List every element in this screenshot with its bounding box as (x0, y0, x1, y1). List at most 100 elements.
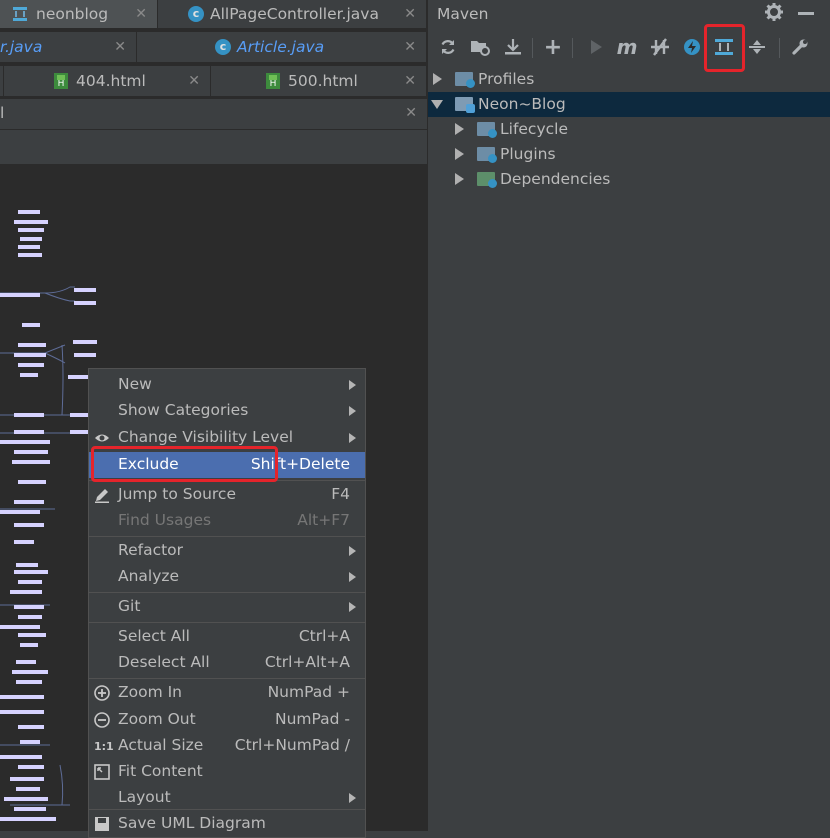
diagram-node[interactable] (14, 220, 48, 224)
diagram-node[interactable] (73, 340, 97, 344)
refresh-icon[interactable] (435, 34, 461, 60)
diagram-node[interactable] (0, 510, 40, 514)
menu-item-show-categories[interactable]: Show Categories (89, 398, 365, 424)
menu-item-deselect-all[interactable]: Deselect All Ctrl+Alt+A (89, 650, 365, 676)
download-icon[interactable] (500, 34, 526, 60)
diagram-node[interactable] (18, 725, 44, 729)
add-folder-icon[interactable] (467, 34, 493, 60)
menu-item-fit-content[interactable]: Fit Content (89, 759, 365, 785)
diagram-node[interactable] (74, 353, 96, 357)
collapse-all-icon[interactable] (744, 34, 770, 60)
menu-item-actual-size[interactable]: 1:1 Actual Size Ctrl+NumPad / (89, 733, 365, 759)
close-icon[interactable]: ✕ (404, 6, 416, 22)
diagram-node[interactable] (12, 670, 48, 674)
diagram-node[interactable] (18, 580, 42, 584)
expand-arrow-icon[interactable] (455, 173, 464, 185)
diagram-node[interactable] (70, 430, 90, 434)
diagram-node[interactable] (20, 237, 42, 241)
menu-item-zoom-out[interactable]: Zoom Out NumPad - (89, 707, 365, 733)
diagram-node[interactable] (14, 570, 48, 574)
diagram-node[interactable] (14, 540, 34, 544)
diagram-node[interactable] (0, 440, 50, 444)
gear-icon[interactable] (765, 3, 783, 21)
tab-r-java[interactable]: r.java ✕ (0, 32, 137, 62)
collapse-arrow-icon[interactable] (431, 100, 443, 109)
diagram-node[interactable] (14, 605, 44, 609)
diagram-node[interactable] (16, 787, 40, 791)
tab-500-html[interactable]: H 500.html ✕ (211, 66, 427, 96)
menu-item-layout[interactable]: Layout (89, 785, 365, 811)
menu-item-select-all[interactable]: Select All Ctrl+A (89, 624, 365, 650)
menu-item-refactor[interactable]: Refactor (89, 538, 365, 564)
diagram-node[interactable] (0, 817, 56, 821)
diagram-node[interactable] (18, 633, 46, 637)
diagram-node[interactable] (14, 500, 44, 504)
tab-article-java[interactable]: c Article.java ✕ (137, 32, 427, 62)
tree-node-neon-blog[interactable]: Neon~Blog (428, 92, 830, 117)
diagram-node[interactable] (14, 413, 44, 417)
diagram-node[interactable] (18, 363, 44, 367)
diagram-node[interactable] (14, 353, 46, 357)
menu-item-find-usages[interactable]: Find Usages Alt+F7 (89, 508, 365, 534)
expand-arrow-icon[interactable] (433, 73, 442, 85)
diagram-node[interactable] (10, 777, 44, 781)
diagram-node[interactable] (16, 563, 38, 567)
menu-item-new[interactable]: New (89, 372, 365, 398)
diagram-node[interactable] (74, 288, 96, 292)
diagram-node[interactable] (22, 323, 40, 327)
expand-arrow-icon[interactable] (455, 148, 464, 160)
diagram-node[interactable] (18, 343, 46, 347)
tree-node-plugins[interactable]: Plugins (428, 142, 830, 167)
tree-node-profiles[interactable]: Profiles (428, 67, 830, 92)
settings-wrench-icon[interactable] (787, 34, 813, 60)
skip-tests-icon[interactable] (647, 34, 673, 60)
diagram-node[interactable] (4, 797, 48, 801)
close-icon[interactable]: ✕ (404, 73, 416, 89)
menu-item-analyze[interactable]: Analyze (89, 564, 365, 590)
diagram-node[interactable] (18, 765, 44, 769)
tab-404-html[interactable]: H 404.html ✕ (4, 66, 211, 96)
diagram-node[interactable] (20, 643, 38, 647)
offline-icon[interactable] (679, 34, 705, 60)
diagram-node[interactable] (0, 293, 40, 297)
diagram-node[interactable] (0, 710, 44, 714)
plus-icon[interactable]: + (540, 34, 566, 60)
diagram-node[interactable] (18, 253, 42, 257)
run-icon[interactable] (583, 34, 609, 60)
diagram-node[interactable] (20, 740, 40, 744)
expand-arrow-icon[interactable] (455, 123, 464, 135)
diagram-node[interactable] (16, 680, 42, 684)
tab-allpagecontroller[interactable]: c AllPageController.java ✕ (158, 0, 427, 28)
diagram-node[interactable] (18, 210, 40, 214)
diagram-node[interactable] (18, 245, 40, 249)
diagram-node[interactable] (14, 450, 48, 454)
close-icon[interactable]: ✕ (135, 6, 147, 22)
diagram-node[interactable] (74, 301, 96, 305)
diagram-node[interactable] (10, 590, 42, 594)
menu-item-git[interactable]: Git (89, 594, 365, 620)
close-icon[interactable]: ✕ (404, 39, 416, 55)
diagram-node[interactable] (16, 660, 36, 664)
diagram-node[interactable] (14, 430, 44, 434)
diagram-node[interactable] (0, 695, 44, 699)
diagram-node[interactable] (0, 755, 42, 759)
close-icon[interactable]: ✕ (114, 39, 126, 55)
maven-goal-icon[interactable]: m (614, 34, 640, 60)
diagram-node[interactable] (12, 460, 50, 464)
tree-node-dependencies[interactable]: Dependencies (428, 167, 830, 192)
menu-item-jump-to-source[interactable]: Jump to Source F4 (89, 482, 365, 508)
diagram-node[interactable] (18, 615, 42, 619)
diagram-node[interactable] (18, 480, 46, 484)
diagram-node[interactable] (18, 228, 44, 232)
menu-item-save-uml-diagram[interactable]: Save UML Diagram (89, 811, 365, 837)
menu-item-zoom-in[interactable]: Zoom In NumPad + (89, 680, 365, 706)
tree-node-lifecycle[interactable]: Lifecycle (428, 117, 830, 142)
tab-neonblog[interactable]: neonblog ✕ (0, 0, 158, 28)
close-icon[interactable]: ✕ (188, 73, 200, 89)
close-icon[interactable]: ✕ (405, 105, 417, 121)
diagram-node[interactable] (0, 625, 40, 629)
diagram-node[interactable] (14, 807, 46, 811)
diagram-node[interactable] (20, 373, 38, 377)
minimize-icon[interactable] (798, 12, 814, 15)
diagram-node[interactable] (14, 523, 44, 527)
